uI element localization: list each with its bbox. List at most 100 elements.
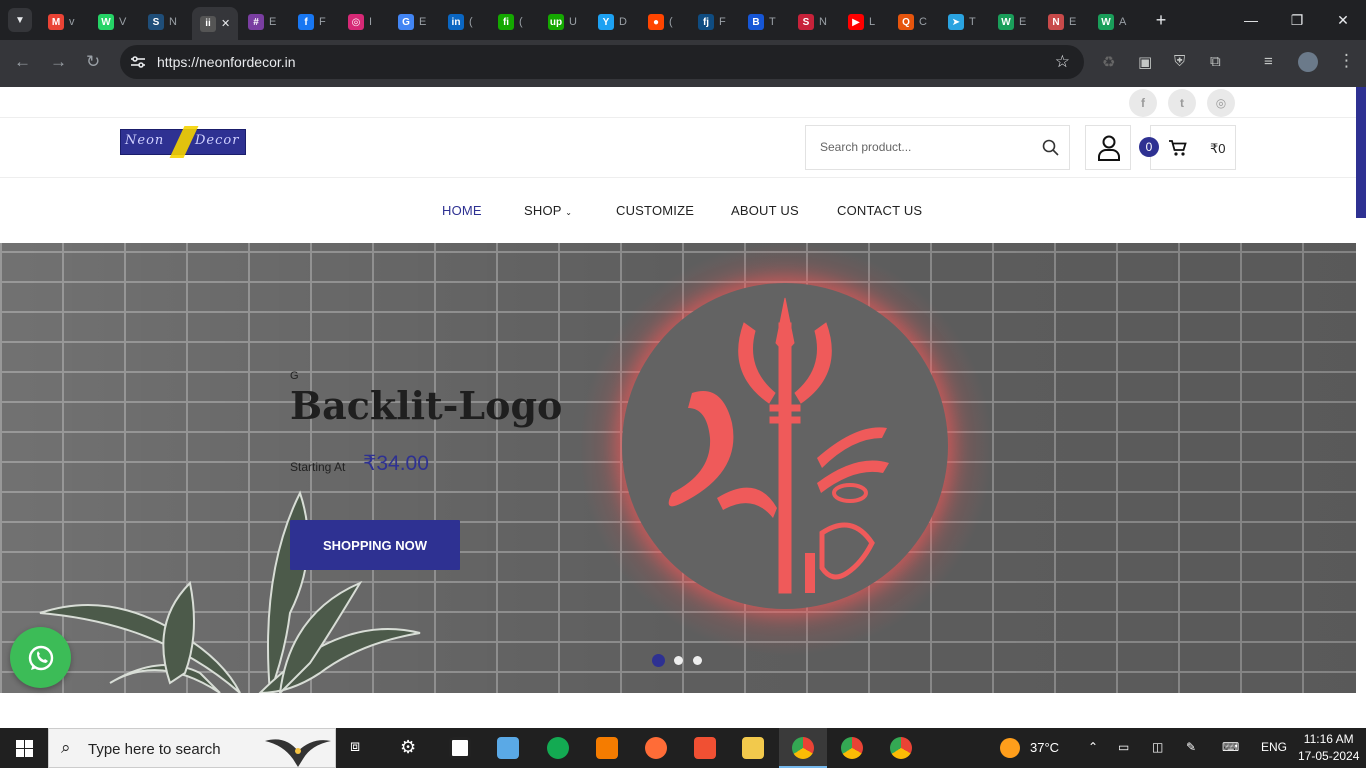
browser-tab[interactable]: WE bbox=[998, 8, 1038, 36]
browser-tab[interactable]: up U bbox=[548, 8, 588, 36]
browser-tab[interactable]: BT bbox=[748, 8, 788, 36]
browser-tab[interactable]: SN bbox=[148, 8, 188, 36]
hero-slider: G Backlit-Logo Starting At ₹34.00 SHOPPI… bbox=[0, 243, 1356, 693]
postman-icon[interactable] bbox=[645, 737, 667, 759]
close-window-button[interactable]: ✕ bbox=[1320, 0, 1366, 40]
product-search-input[interactable]: Search product... bbox=[805, 125, 1070, 170]
tab-title: ( bbox=[469, 16, 473, 28]
starting-at-label: Starting At bbox=[290, 460, 346, 474]
nav-about-us[interactable]: ABOUT US bbox=[731, 203, 799, 218]
tab-title: N bbox=[169, 16, 177, 28]
app-icon-h[interactable] bbox=[449, 737, 471, 759]
extensions-puzzle-icon[interactable]: ⧉ bbox=[1210, 53, 1221, 70]
browser-tab[interactable]: ➤ T bbox=[948, 8, 988, 36]
tab-title: F bbox=[719, 16, 726, 28]
tab-search-button[interactable]: ▼ bbox=[8, 8, 32, 32]
chrome-icon-3[interactable] bbox=[890, 737, 912, 759]
slider-dot-3[interactable] bbox=[693, 656, 702, 665]
xampp-icon[interactable] bbox=[596, 737, 618, 759]
file-explorer-icon[interactable] bbox=[742, 737, 764, 759]
new-tab-button[interactable]: + bbox=[1138, 0, 1184, 40]
system-clock[interactable]: 11:16 AM 17-05-2024 bbox=[1298, 731, 1359, 765]
backlit-logo-image bbox=[622, 283, 948, 609]
browser-tab[interactable]: ▶ L bbox=[848, 8, 888, 36]
shield-extension-icon[interactable]: ⛨ bbox=[1174, 53, 1185, 70]
screen-extension-icon[interactable]: ▣ bbox=[1138, 53, 1152, 71]
scrollbar-thumb[interactable] bbox=[1356, 87, 1366, 218]
battery-icon[interactable]: ▭ bbox=[1118, 740, 1129, 754]
slider-dot-2[interactable] bbox=[674, 656, 683, 665]
recycle-extension-icon[interactable]: ♻ bbox=[1102, 53, 1115, 71]
browser-tab[interactable]: Mv bbox=[48, 8, 88, 36]
close-tab-icon[interactable]: ✕ bbox=[221, 17, 230, 30]
chrome-menu-icon[interactable]: ⋮ bbox=[1338, 51, 1355, 71]
url-text: https://neonfordecor.in bbox=[157, 54, 296, 70]
back-icon[interactable]: ← bbox=[14, 52, 31, 72]
mongodb-compass-icon[interactable] bbox=[547, 737, 569, 759]
pen-icon[interactable]: ✎ bbox=[1186, 740, 1196, 754]
maximize-button[interactable]: ❐ bbox=[1274, 0, 1320, 40]
reload-icon[interactable]: ↻ bbox=[86, 52, 100, 72]
chevron-up-icon[interactable]: ⌃ bbox=[1088, 740, 1098, 754]
browser-tab[interactable]: WV bbox=[98, 8, 138, 36]
bookmark-star-icon[interactable]: ☆ bbox=[1055, 52, 1070, 72]
browser-tab[interactable]: YD bbox=[598, 8, 638, 36]
browser-tab[interactable]: in ( bbox=[448, 8, 488, 36]
logo-text-right: Decor bbox=[195, 133, 240, 148]
weather-sun-icon[interactable] bbox=[1000, 738, 1020, 758]
address-bar[interactable]: https://neonfordecor.in ☆ bbox=[120, 45, 1084, 79]
task-view-icon[interactable]: ⧈ bbox=[350, 738, 360, 756]
nav-customize[interactable]: CUSTOMIZE bbox=[616, 203, 694, 218]
tab-title: E bbox=[269, 16, 277, 28]
browser-tab[interactable]: GE bbox=[398, 8, 438, 36]
tab-title: E bbox=[419, 16, 427, 28]
forward-icon[interactable]: → bbox=[50, 52, 67, 72]
browser-tab[interactable]: WA bbox=[1098, 8, 1138, 36]
account-button[interactable] bbox=[1085, 125, 1131, 170]
browser-tab[interactable]: SN bbox=[798, 8, 838, 36]
profile-avatar[interactable] bbox=[1298, 52, 1318, 72]
browser-tab[interactable]: fi ( bbox=[498, 8, 538, 36]
facebook-icon[interactable]: f bbox=[1129, 89, 1157, 117]
browser-tab[interactable]: fF bbox=[298, 8, 338, 36]
keyboard-icon[interactable]: ⌨ bbox=[1222, 740, 1239, 754]
whatsapp-icon bbox=[28, 645, 53, 670]
favicon-icon: S bbox=[148, 14, 164, 30]
browser-tab[interactable]: fj F bbox=[698, 8, 738, 36]
twitter-icon[interactable]: t bbox=[1168, 89, 1196, 117]
language-indicator[interactable]: ENG bbox=[1261, 740, 1287, 754]
browser-tab[interactable]: ◎ I bbox=[348, 8, 388, 36]
site-info-icon[interactable] bbox=[130, 55, 146, 69]
slider-dot-1[interactable] bbox=[652, 654, 665, 667]
taskbar-search-box[interactable]: ⌕ Type here to search bbox=[48, 728, 336, 768]
favicon-icon: W bbox=[998, 14, 1014, 30]
browser-tab[interactable]: # E bbox=[248, 8, 288, 36]
shopping-now-button[interactable]: SHOPPING NOW bbox=[290, 520, 460, 570]
browser-tab[interactable]: NE bbox=[1048, 8, 1088, 36]
settings-gear-icon[interactable]: ⚙ bbox=[400, 737, 416, 758]
windows-start-icon[interactable] bbox=[16, 740, 33, 757]
logo-text-left: Neon bbox=[125, 133, 165, 148]
minimize-button[interactable]: — bbox=[1228, 0, 1274, 40]
browser-tab[interactable]: ●( bbox=[648, 8, 688, 36]
nav-contact-us[interactable]: CONTACT US bbox=[837, 203, 922, 218]
instagram-icon[interactable]: ◎ bbox=[1207, 89, 1235, 117]
browser-tab[interactable]: QC bbox=[898, 8, 938, 36]
network-icon[interactable]: ◫ bbox=[1152, 740, 1163, 754]
favicon-icon: ▶ bbox=[848, 14, 864, 30]
favicon-icon: Q bbox=[898, 14, 914, 30]
search-icon[interactable] bbox=[1042, 139, 1059, 156]
nav-shop[interactable]: SHOP ⌄ bbox=[524, 203, 572, 218]
nav-home[interactable]: HOME bbox=[442, 203, 482, 218]
chrome-icon-1[interactable] bbox=[792, 737, 814, 759]
site-logo[interactable]: Neon Decor bbox=[120, 126, 246, 158]
tab-active[interactable]: ii ✕ bbox=[192, 7, 238, 40]
app-icon-media[interactable] bbox=[497, 737, 519, 759]
git-icon[interactable] bbox=[694, 737, 716, 759]
whatsapp-chat-button[interactable] bbox=[10, 627, 71, 688]
tab-title: ( bbox=[519, 16, 523, 28]
weather-temperature[interactable]: 37°C bbox=[1030, 740, 1059, 755]
media-controls-icon[interactable]: ≡ bbox=[1264, 53, 1273, 70]
chrome-icon-2[interactable] bbox=[841, 737, 863, 759]
tab-title: E bbox=[1019, 16, 1027, 28]
